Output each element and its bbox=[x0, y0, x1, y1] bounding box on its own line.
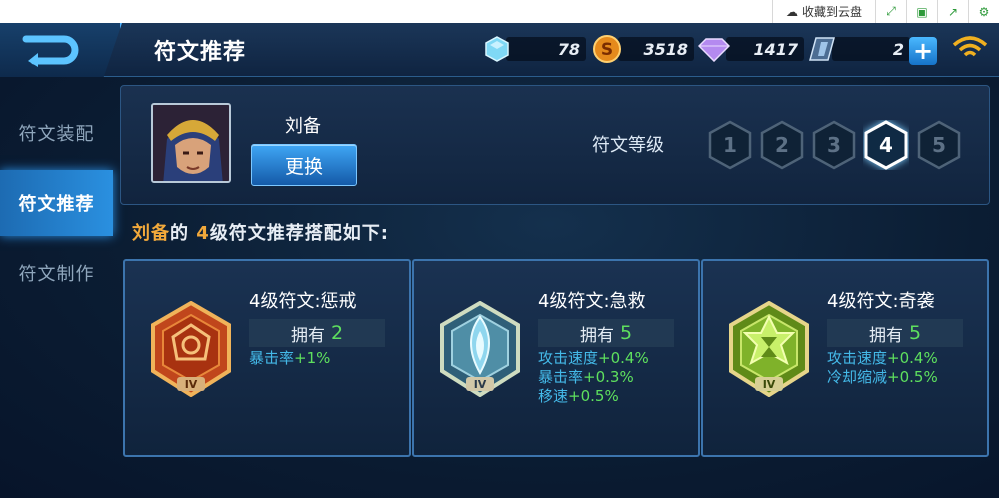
hero-panel: 刘备 更换 符文等级 1 2 3 4 5 bbox=[120, 85, 990, 205]
crystal-count: 78 bbox=[506, 37, 586, 61]
attr-name: 移速 bbox=[538, 387, 569, 405]
diamond-icon bbox=[698, 38, 730, 62]
svg-text:S: S bbox=[601, 40, 613, 60]
attr-value: +1% bbox=[294, 349, 331, 367]
crystal-icon bbox=[485, 36, 509, 62]
level-number: 5 bbox=[932, 133, 946, 157]
rune-attr: 攻击速度+0.4% bbox=[538, 349, 649, 368]
rune-tier-label: IV bbox=[474, 378, 487, 391]
attr-name: 冷却缩减 bbox=[827, 368, 888, 386]
owned-count: 5 bbox=[908, 322, 922, 344]
sidebar: 符文装配 符文推荐 符文制作 bbox=[0, 100, 113, 310]
add-currency-button[interactable]: + bbox=[909, 37, 937, 65]
level-number: 2 bbox=[775, 133, 789, 157]
hero-name: 刘备 bbox=[285, 116, 321, 137]
rune-tier-label: IV bbox=[763, 378, 776, 391]
ticket-currency: 2 bbox=[808, 35, 910, 63]
rune-attrs: 暴击率+1% bbox=[249, 349, 330, 368]
rune-attrs: 攻击速度+0.4% 冷却缩减+0.5% bbox=[827, 349, 938, 387]
rune-name: 4级符文:惩戒 bbox=[249, 291, 357, 312]
headline-de: 的 bbox=[170, 223, 197, 244]
sidebar-item-rune-recommend[interactable]: 符文推荐 bbox=[0, 170, 113, 236]
sidebar-item-rune-equip[interactable]: 符文装配 bbox=[0, 100, 113, 166]
share-icon[interactable]: ↗ bbox=[937, 0, 968, 23]
owned-label: 拥有 bbox=[290, 325, 325, 346]
attr-value: +0.5% bbox=[568, 387, 619, 405]
rune-card[interactable]: IV 4级符文:惩戒 拥有 2 暴击率+1% bbox=[123, 259, 411, 457]
rune-level-5[interactable]: 5 bbox=[916, 120, 962, 170]
rune-attr: 暴击率+1% bbox=[249, 349, 330, 368]
sidebar-item-label: 符文推荐 bbox=[18, 194, 95, 215]
owned-label: 拥有 bbox=[579, 325, 614, 346]
rune-name: 4级符文:奇袭 bbox=[827, 291, 935, 312]
back-arrow-icon bbox=[22, 35, 79, 67]
headline-rest: 级符文推荐搭配如下: bbox=[209, 223, 390, 244]
green-rune-icon: IV bbox=[729, 301, 809, 397]
cloud-icon: ☁ bbox=[785, 4, 798, 19]
level-number: 1 bbox=[723, 133, 737, 157]
game-screen: ☁ 收藏到云盘 ⤢ ▣ ↗ ⚙ 符文推荐 78 S 3518 1417 2 + … bbox=[0, 0, 999, 498]
attr-name: 暴击率 bbox=[249, 349, 295, 367]
rune-tier-label: IV bbox=[185, 378, 198, 391]
rune-card[interactable]: IV 4级符文:奇袭 拥有 5 攻击速度+0.4% 冷却缩减+0.5% bbox=[701, 259, 989, 457]
browser-toolbar: ☁ 收藏到云盘 ⤢ ▣ ↗ ⚙ bbox=[0, 0, 999, 23]
gold-currency: S 3518 bbox=[592, 35, 694, 63]
blue-rune-icon: IV bbox=[440, 301, 520, 397]
rune-level-label: 符文等级 bbox=[592, 135, 664, 156]
diamond-count: 1417 bbox=[726, 37, 804, 61]
sidebar-item-rune-craft[interactable]: 符文制作 bbox=[0, 240, 113, 306]
plus-icon: + bbox=[912, 37, 934, 65]
attr-name: 攻击速度 bbox=[538, 349, 599, 367]
rune-level-1[interactable]: 1 bbox=[707, 120, 753, 170]
page-title: 符文推荐 bbox=[154, 40, 247, 65]
ticket-count: 2 bbox=[832, 37, 910, 61]
attr-name: 攻击速度 bbox=[827, 349, 888, 367]
rune-attr: 移速+0.5% bbox=[538, 387, 649, 406]
sidebar-item-label: 符文制作 bbox=[18, 264, 95, 285]
gold-coin-icon: S bbox=[593, 35, 621, 63]
hero-portrait-icon bbox=[153, 105, 229, 181]
swap-hero-button[interactable]: 更换 bbox=[251, 144, 357, 186]
ticket-icon bbox=[809, 37, 835, 61]
wifi-icon bbox=[952, 36, 988, 57]
crystal-currency: 78 bbox=[484, 35, 586, 63]
save-icon[interactable]: ▣ bbox=[906, 0, 937, 23]
level-number: 4 bbox=[879, 133, 893, 157]
headline-level: 4 bbox=[196, 223, 210, 244]
attr-value: +0.4% bbox=[598, 349, 649, 367]
rune-attr: 攻击速度+0.4% bbox=[827, 349, 938, 368]
rune-level-3[interactable]: 3 bbox=[811, 120, 857, 170]
sidebar-item-label: 符文装配 bbox=[18, 124, 95, 145]
headline-hero: 刘备 bbox=[132, 223, 170, 244]
attr-name: 暴击率 bbox=[538, 368, 584, 386]
settings-icon[interactable]: ⚙ bbox=[968, 0, 999, 23]
rune-name: 4级符文:急救 bbox=[538, 291, 646, 312]
level-number: 3 bbox=[827, 133, 841, 157]
attr-value: +0.4% bbox=[887, 349, 938, 367]
save-to-cloud-label: 收藏到云盘 bbox=[801, 5, 862, 19]
recommend-headline: 刘备的 4级符文推荐搭配如下: bbox=[132, 219, 389, 245]
back-button[interactable] bbox=[0, 23, 122, 77]
rune-owned: 拥有 5 bbox=[827, 319, 963, 347]
owned-count: 2 bbox=[330, 322, 344, 344]
owned-label: 拥有 bbox=[868, 325, 903, 346]
rune-level-4-selected[interactable]: 4 bbox=[863, 120, 909, 170]
rune-level-2[interactable]: 2 bbox=[759, 120, 805, 170]
rune-card[interactable]: IV 4级符文:急救 拥有 5 攻击速度+0.4% 暴击率+0.3% 移速+0.5… bbox=[412, 259, 700, 457]
attr-value: +0.3% bbox=[583, 368, 634, 386]
rune-attrs: 攻击速度+0.4% 暴击率+0.3% 移速+0.5% bbox=[538, 349, 649, 406]
diamond-currency: 1417 bbox=[698, 35, 804, 63]
rune-owned: 拥有 2 bbox=[249, 319, 385, 347]
rune-attr: 暴击率+0.3% bbox=[538, 368, 649, 387]
expand-icon[interactable]: ⤢ bbox=[875, 0, 906, 23]
rune-owned: 拥有 5 bbox=[538, 319, 674, 347]
save-to-cloud-button[interactable]: ☁ 收藏到云盘 bbox=[772, 0, 875, 23]
hero-avatar[interactable] bbox=[151, 103, 231, 183]
rune-attr: 冷却缩减+0.5% bbox=[827, 368, 938, 387]
owned-count: 5 bbox=[619, 322, 633, 344]
red-rune-icon: IV bbox=[151, 301, 231, 397]
gold-count: 3518 bbox=[618, 37, 694, 61]
attr-value: +0.5% bbox=[887, 368, 938, 386]
